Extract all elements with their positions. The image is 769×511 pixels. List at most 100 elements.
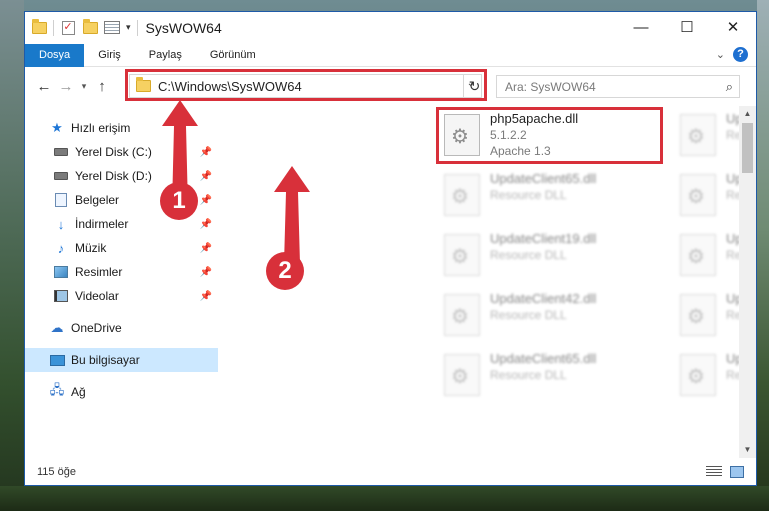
item-count: 115 öğe — [37, 466, 76, 478]
pin-icon: 📌 — [199, 218, 212, 230]
tab-paylas[interactable]: Paylaş — [135, 44, 196, 67]
file-item[interactable]: UpdateClient19.dll Resource DLL — [438, 230, 648, 284]
tab-gorunum[interactable]: Görünüm — [196, 44, 270, 67]
desktop-background-bottom — [0, 486, 769, 511]
window-title: SysWOW64 — [145, 19, 222, 36]
sidebar-item-label: OneDrive — [71, 321, 122, 335]
vertical-scrollbar[interactable]: ▲ ▼ — [739, 106, 756, 458]
pictures-icon — [53, 264, 69, 280]
search-input[interactable]: Ara: SysWOW64 ⌕ — [496, 75, 740, 98]
quick-access-toolbar: ✓ ▾ — [25, 18, 138, 36]
dll-file-icon — [444, 294, 480, 336]
view-toggle — [706, 466, 744, 478]
details-view-icon[interactable] — [706, 466, 722, 477]
main-area: ★ Hızlı erişim Yerel Disk (C:) 📌 Yerel D… — [25, 106, 756, 458]
sidebar-item-label: Yerel Disk (D:) — [75, 169, 152, 183]
customize-toolbar-dropdown-icon[interactable]: ▾ — [126, 22, 131, 33]
ribbon-right-controls: ⌄ ? — [716, 47, 748, 62]
dll-file-icon — [444, 174, 480, 216]
sidebar-item-videos[interactable]: Videolar 📌 — [25, 284, 218, 308]
step-2-badge: 2 — [266, 252, 304, 290]
sidebar-item-label: Yerel Disk (C:) — [75, 145, 152, 159]
file-name: UpdateClient65.dll — [490, 171, 597, 186]
sidebar-item-this-pc[interactable]: Bu bilgisayar — [25, 348, 218, 372]
up-arrow-icon[interactable]: ↑ — [93, 78, 111, 95]
search-placeholder: Ara: SysWOW64 — [505, 79, 596, 94]
minimize-button[interactable]: — — [618, 12, 664, 42]
file-description: Resource DLL — [490, 188, 567, 202]
file-item[interactable]: UpdateClient65.dll Resource DLL — [438, 170, 648, 224]
star-icon: ★ — [51, 120, 63, 135]
folder-icon[interactable] — [31, 18, 47, 36]
dll-file-icon — [444, 354, 480, 396]
desktop-background-right — [757, 0, 769, 511]
dll-file-icon — [444, 234, 480, 276]
scrollbar-thumb[interactable] — [742, 123, 753, 173]
sidebar-item-network[interactable]: 🖧 Ağ — [25, 380, 218, 404]
dll-file-icon — [680, 234, 716, 276]
large-icons-view-icon[interactable] — [730, 466, 744, 478]
file-name: UpdateClient42.dll — [490, 291, 597, 306]
address-row: ← → ▾ ↑ C:\Windows\SysWOW64 ⌄ ↻ Ara: Sys… — [25, 67, 756, 105]
file-description: Resource DLL — [490, 368, 567, 382]
arrow-up-to-file-icon — [274, 166, 310, 264]
network-icon: 🖧 — [49, 382, 65, 397]
file-item[interactable]: UpdateClient65.dll Resource DLL — [438, 350, 648, 404]
view-options-icon[interactable] — [104, 20, 120, 36]
sidebar-item-pictures[interactable]: Resimler 📌 — [25, 260, 218, 284]
file-name: UpdateClient65.dll — [490, 351, 597, 366]
status-bar: 115 öğe — [25, 459, 756, 485]
pin-icon: 📌 — [199, 266, 212, 278]
dll-file-icon — [680, 114, 716, 156]
search-icon[interactable]: ⌕ — [726, 79, 733, 95]
recent-locations-chevron-icon[interactable]: ▾ — [79, 81, 89, 92]
divider — [53, 19, 54, 36]
documents-icon — [53, 192, 69, 208]
videos-icon — [53, 288, 69, 304]
computer-icon — [49, 352, 65, 368]
window-controls: — ☐ ✕ — [618, 12, 756, 42]
sidebar-item-label: Ağ — [71, 385, 86, 399]
dll-file-icon — [680, 294, 716, 336]
scroll-down-icon[interactable]: ▼ — [739, 442, 756, 458]
properties-check-icon[interactable]: ✓ — [60, 20, 76, 36]
navigation-buttons: ← → ▾ ↑ — [25, 78, 129, 95]
close-button[interactable]: ✕ — [710, 12, 756, 42]
forward-arrow-icon[interactable]: → — [57, 78, 75, 95]
sidebar-item-label: Videolar — [75, 289, 119, 303]
drive-icon — [53, 168, 69, 184]
tab-giris[interactable]: Giriş — [84, 44, 135, 67]
tab-dosya[interactable]: Dosya — [25, 43, 85, 67]
sidebar-item-label: Müzik — [75, 241, 107, 255]
file-highlight-box — [436, 107, 663, 164]
divider — [136, 19, 138, 36]
music-icon: ♪ — [57, 240, 65, 256]
desktop-background-left — [0, 0, 24, 511]
sidebar-item-music[interactable]: ♪ Müzik 📌 — [25, 236, 218, 260]
file-name: UpdateClient19.dll — [490, 231, 597, 246]
pin-icon: 📌 — [199, 290, 212, 302]
maximize-button[interactable]: ☐ — [664, 12, 710, 42]
sidebar-item-onedrive[interactable]: ☁ OneDrive — [25, 316, 218, 340]
file-description: Resource DLL — [490, 248, 567, 262]
file-item[interactable]: UpdateClient42.dll Resource DLL — [438, 290, 648, 344]
address-highlight-box — [125, 69, 487, 101]
cloud-icon: ☁ — [50, 320, 64, 335]
dll-file-icon — [680, 354, 716, 396]
file-explorer-window: ✓ ▾ SysWOW64 — ☐ ✕ Dosya Giriş Paylaş Gö… — [24, 11, 757, 486]
step-1-badge: 1 — [160, 182, 198, 220]
title-bar: ✓ ▾ SysWOW64 — ☐ ✕ — [25, 12, 756, 44]
sidebar-item-label: Belgeler — [75, 193, 120, 207]
expand-ribbon-chevron-icon[interactable]: ⌄ — [716, 48, 725, 61]
ribbon-tabs: Dosya Giriş Paylaş Görünüm ⌄ ? — [25, 43, 756, 67]
new-folder-icon[interactable] — [82, 18, 98, 36]
help-icon[interactable]: ? — [733, 47, 748, 62]
sidebar-item-label: Bu bilgisayar — [71, 353, 140, 367]
scroll-up-icon[interactable]: ▲ — [739, 106, 756, 122]
sidebar-item-label: Hızlı erişim — [71, 121, 131, 135]
back-arrow-icon[interactable]: ← — [35, 78, 53, 95]
dll-file-icon — [680, 174, 716, 216]
